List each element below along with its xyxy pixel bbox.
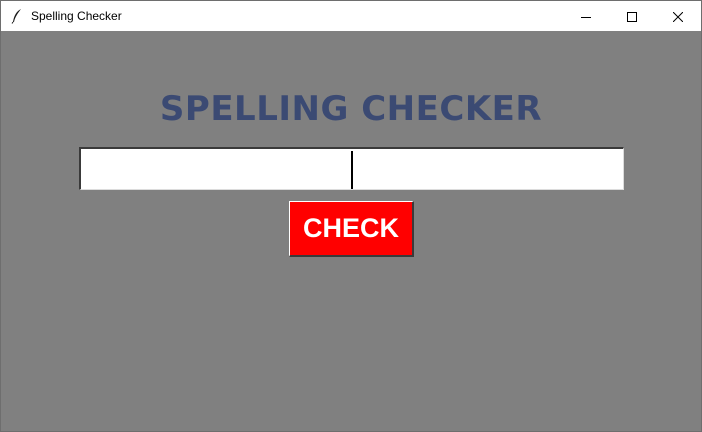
word-input[interactable] xyxy=(79,147,624,190)
minimize-icon xyxy=(581,7,591,26)
window-title: Spelling Checker xyxy=(31,9,122,23)
check-button[interactable]: CHECK xyxy=(289,201,414,257)
app-window: Spelling Checker SPELLING CHECKER CHECK xyxy=(0,0,702,432)
close-button[interactable] xyxy=(655,1,701,31)
text-caret xyxy=(351,151,353,189)
title-bar[interactable]: Spelling Checker xyxy=(1,1,701,31)
close-icon xyxy=(672,7,684,26)
minimize-button[interactable] xyxy=(563,1,609,31)
main-content: SPELLING CHECKER CHECK xyxy=(1,31,701,431)
window-controls xyxy=(563,1,701,31)
page-title: SPELLING CHECKER xyxy=(159,89,543,129)
maximize-icon xyxy=(627,7,637,26)
feather-icon xyxy=(9,8,25,24)
maximize-button[interactable] xyxy=(609,1,655,31)
